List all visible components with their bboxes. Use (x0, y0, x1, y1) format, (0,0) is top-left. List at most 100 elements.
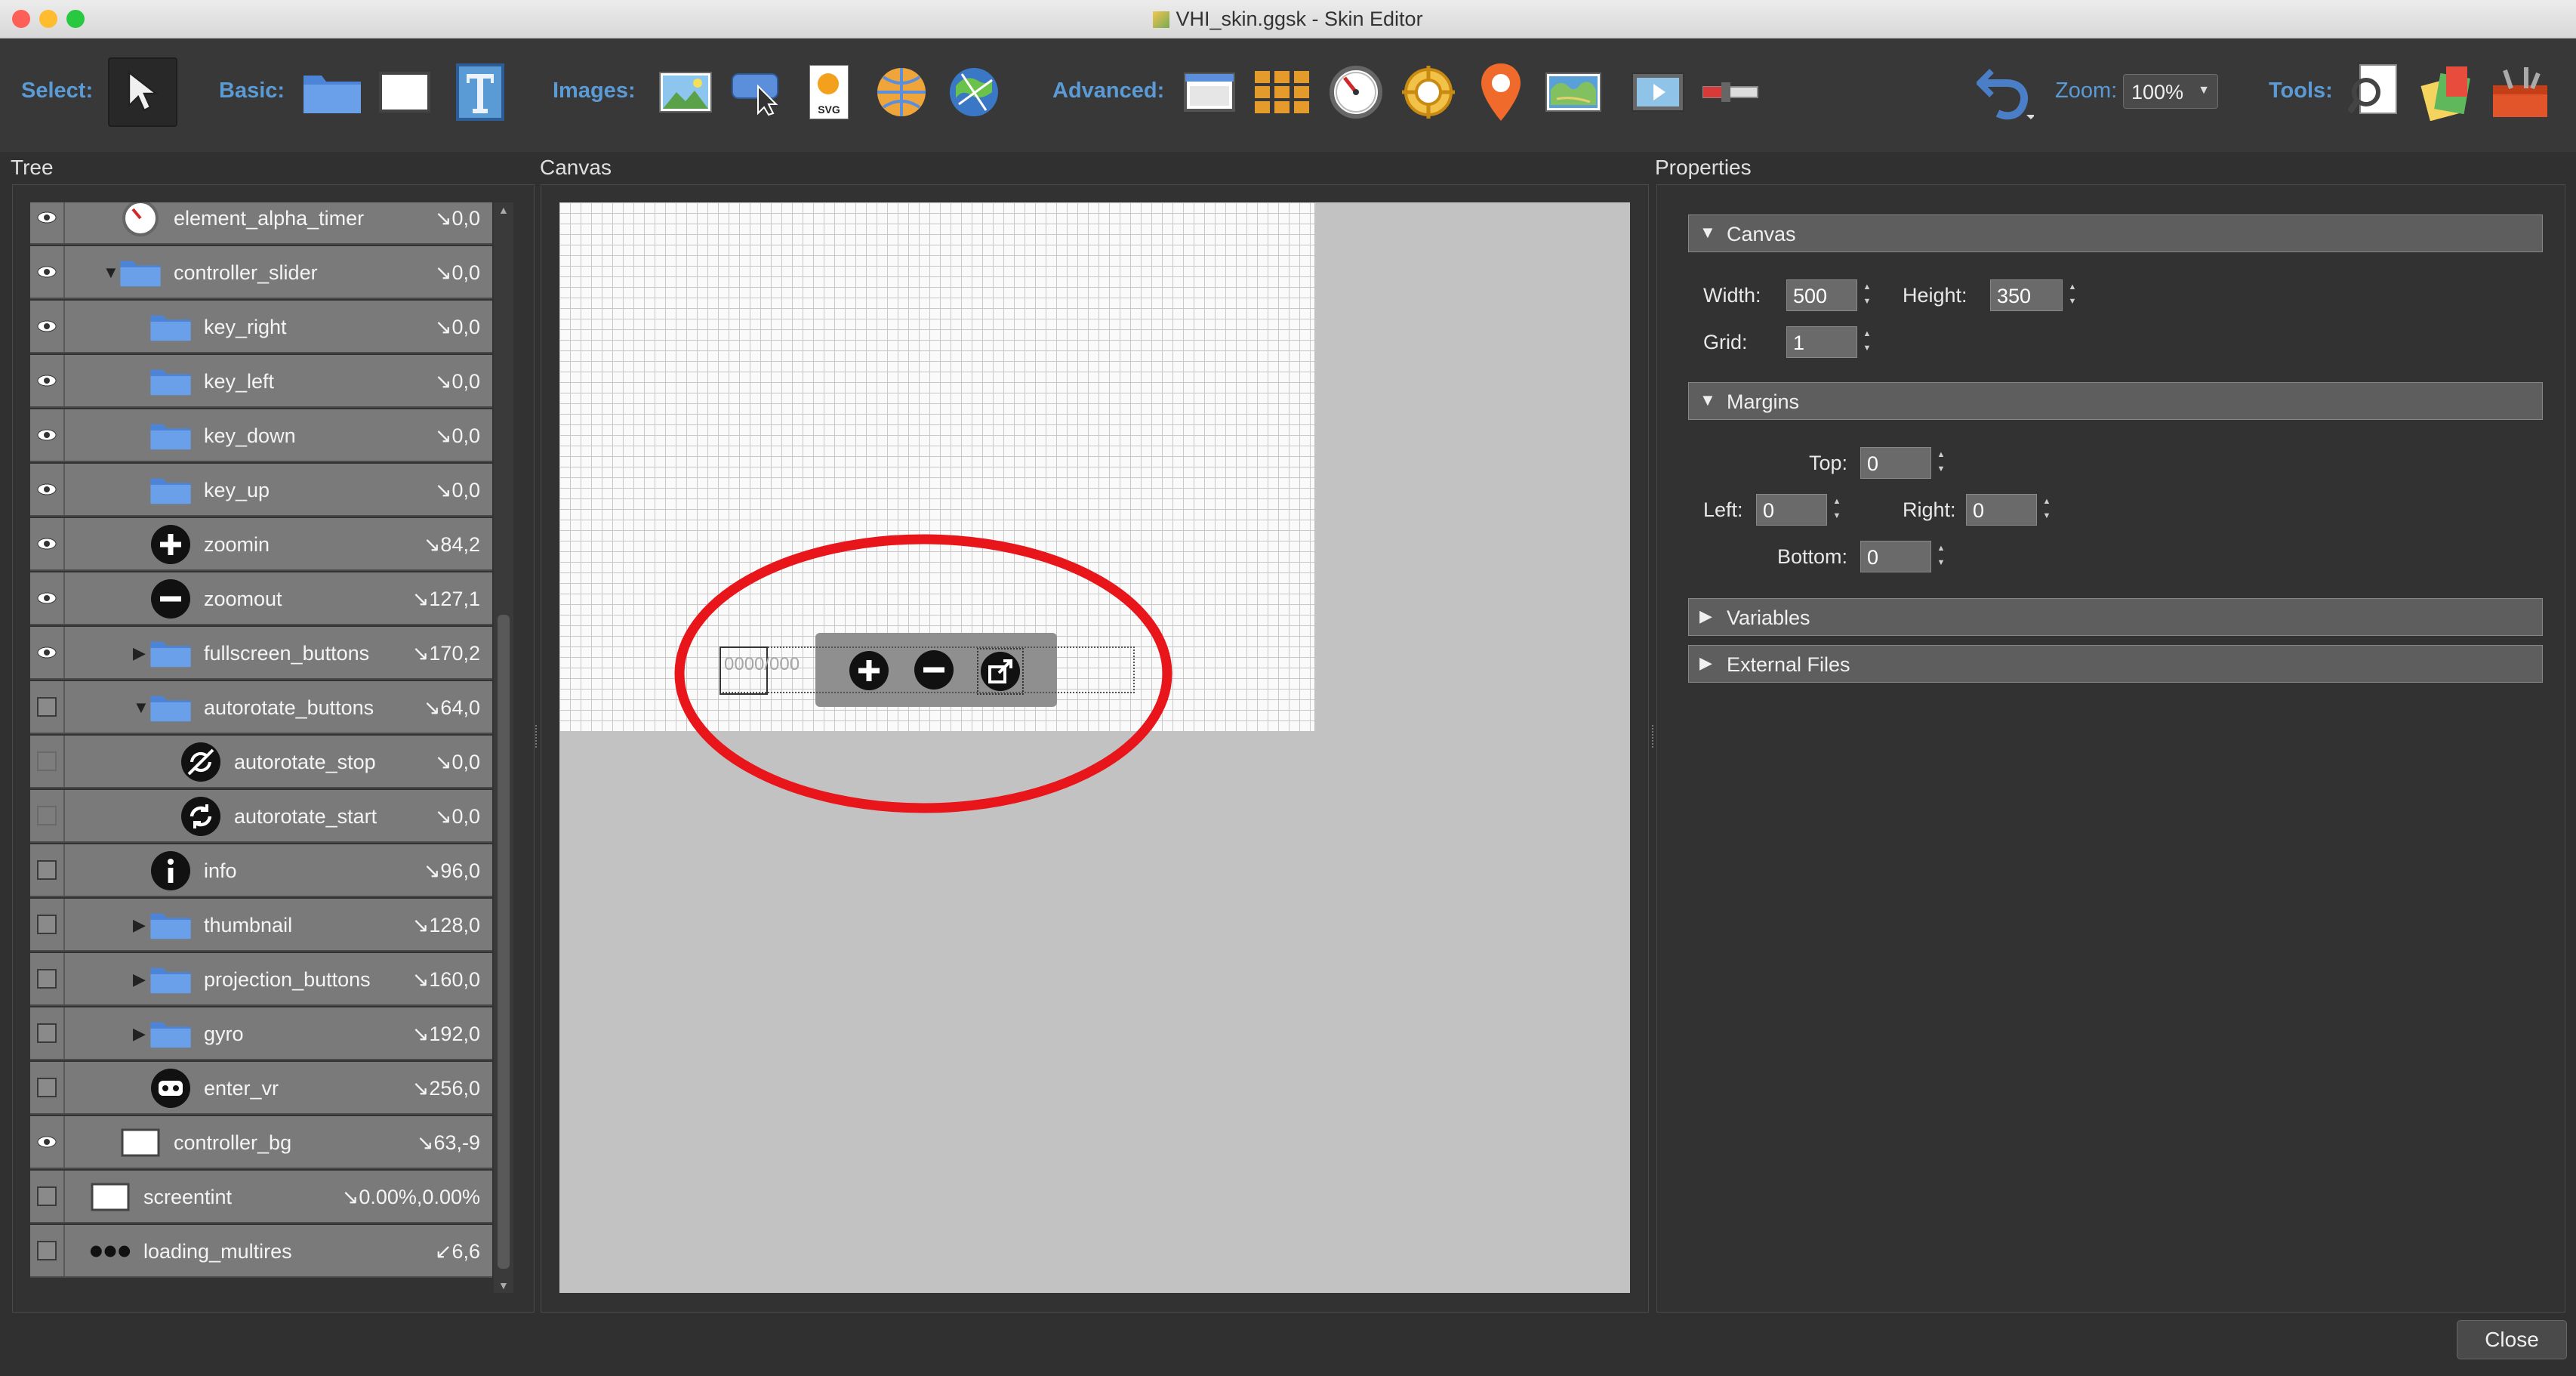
visibility-checkbox[interactable] (30, 1007, 65, 1059)
image-tool-button[interactable] (651, 57, 720, 127)
rectangle-tool-button[interactable] (370, 57, 439, 127)
hotspot-image-tool-button[interactable] (939, 57, 1009, 127)
tree-row-key-left[interactable]: key_left ↘0,0 (30, 355, 492, 408)
visibility-eye-icon[interactable] (30, 627, 65, 678)
video-tool-button[interactable] (1623, 57, 1693, 127)
visibility-eye-icon[interactable] (30, 518, 65, 569)
visibility-checkbox[interactable] (30, 1062, 65, 1113)
visibility-eye-icon[interactable] (30, 464, 65, 515)
tree-scrollbar[interactable]: ▲ ▼ (494, 202, 513, 1293)
spin-arrows-icon[interactable]: ▲ ▼ (2063, 280, 2081, 310)
tree-item-label: zoomin (204, 533, 270, 556)
zoom-select[interactable]: 100% ▼ (2123, 74, 2218, 109)
map-tool-button[interactable] (1539, 57, 1608, 127)
select-tool-button[interactable] (108, 57, 177, 127)
tree-item-position: ↘128,0 (411, 914, 480, 936)
tree-item-label: key_down (204, 424, 296, 447)
scrollbar-tool-button[interactable] (1696, 57, 1765, 127)
visibility-checkbox[interactable] (30, 1225, 65, 1276)
container-tool-button[interactable] (297, 57, 367, 127)
visibility-eye-icon[interactable] (30, 355, 65, 406)
right-margin-field[interactable]: 0 ▲ ▼ (1966, 494, 2051, 526)
visibility-checkbox[interactable] (30, 681, 65, 733)
svg-tool-button[interactable]: SVG (794, 57, 864, 127)
tree-row-zoomin[interactable]: zoomin ↘84,2 (30, 518, 492, 571)
tree-row-loading-multires[interactable]: loading_multires ↙6,6 (30, 1225, 492, 1278)
tree-row-gyro[interactable]: ▶ gyro ↘192,0 (30, 1007, 492, 1060)
toolbox-button[interactable] (2485, 57, 2555, 127)
tree-row-key-up[interactable]: key_up ↘0,0 (30, 464, 492, 517)
grid-field[interactable]: 1 ▲ ▼ (1786, 326, 1871, 358)
splitter-left-handle[interactable] (535, 725, 540, 748)
spin-arrows-icon[interactable]: ▲ ▼ (1858, 327, 1876, 357)
visibility-checkbox[interactable] (30, 844, 65, 896)
expand-triangle-icon[interactable]: ▶ (133, 643, 146, 663)
spin-arrows-icon[interactable]: ▲ ▼ (1932, 448, 1950, 478)
tree-row-info[interactable]: info ↘96,0 (30, 844, 492, 897)
tree-row-key-right[interactable]: key_right ↘0,0 (30, 301, 492, 353)
html-area-tool-button[interactable] (1175, 57, 1244, 127)
map-marker-tool-button[interactable] (1466, 57, 1536, 127)
folder-icon (149, 959, 192, 1000)
timer-tool-button[interactable] (1321, 57, 1391, 127)
map-icon (1545, 73, 1601, 112)
tree-item-position: ↘0,0 (434, 751, 480, 773)
top-margin-field[interactable]: 0 ▲ ▼ (1860, 447, 1945, 479)
variables-section-header[interactable]: ▶ Variables (1688, 598, 2543, 636)
visibility-eye-icon[interactable] (30, 1116, 65, 1168)
visibility-eye-icon[interactable] (30, 246, 65, 298)
tree-row-autorotate-start[interactable]: autorotate_start ↘0,0 (30, 790, 492, 843)
spin-arrows-icon[interactable]: ▲ ▼ (1858, 280, 1876, 310)
visibility-eye-icon[interactable] (30, 301, 65, 352)
width-field[interactable]: 500 ▲ ▼ (1786, 279, 1871, 311)
visibility-eye-icon[interactable] (30, 202, 65, 243)
tree-row-zoomout[interactable]: zoomout ↘127,1 (30, 572, 492, 625)
tree-row-screentint[interactable]: screentint ↘0.00%,0.00% (30, 1171, 492, 1223)
undo-button[interactable] (1971, 57, 2040, 127)
tree-row-thumbnail[interactable]: ▶ thumbnail ↘128,0 (30, 899, 492, 952)
expand-triangle-icon[interactable]: ▶ (133, 915, 146, 935)
tree-item-position: ↘0,0 (434, 316, 480, 338)
tree-scrollbar-thumb[interactable] (498, 615, 510, 1269)
tree-row-fullscreen-buttons[interactable]: ▶ fullscreen_buttons ↘170,2 (30, 627, 492, 680)
preview-tool-button[interactable] (2340, 57, 2410, 127)
visibility-checkbox[interactable] (30, 1171, 65, 1222)
spin-arrows-icon[interactable]: ▲ ▼ (2038, 495, 2056, 525)
color-tool-button[interactable] (2413, 57, 2482, 127)
expand-triangle-icon[interactable]: ▶ (133, 970, 146, 989)
tree-row-projection-buttons[interactable]: ▶ projection_buttons ↘160,0 (30, 953, 492, 1006)
visibility-checkbox[interactable] (30, 790, 65, 841)
tree-row-controller-bg[interactable]: controller_bg ↘63,-9 (30, 1116, 492, 1169)
expand-triangle-icon[interactable]: ▼ (103, 263, 119, 282)
visibility-checkbox[interactable] (30, 953, 65, 1004)
left-margin-field[interactable]: 0 ▲ ▼ (1756, 494, 1841, 526)
expand-triangle-icon[interactable]: ▶ (133, 1024, 146, 1044)
spin-arrows-icon[interactable]: ▲ ▼ (1932, 541, 1950, 572)
visibility-eye-icon[interactable] (30, 572, 65, 624)
scroll-down-arrow-icon[interactable]: ▼ (498, 1279, 509, 1291)
map-pin-tool-button[interactable] (1394, 57, 1463, 127)
tree-row-autorotate-stop[interactable]: autorotate_stop ↘0,0 (30, 736, 492, 788)
bottom-margin-field[interactable]: 0 ▲ ▼ (1860, 541, 1945, 572)
button-image-tool-button[interactable] (723, 57, 793, 127)
expand-triangle-icon[interactable]: ▼ (133, 698, 149, 717)
close-button[interactable]: Close (2457, 1320, 2567, 1359)
tree-row-key-down[interactable]: key_down ↘0,0 (30, 409, 492, 462)
cloner-tool-button[interactable] (1247, 57, 1317, 127)
spin-arrows-icon[interactable]: ▲ ▼ (1828, 495, 1846, 525)
scroll-up-arrow-icon[interactable]: ▲ (498, 204, 509, 216)
panorama-image-tool-button[interactable] (867, 57, 936, 127)
margins-section-header[interactable]: ▼ Margins (1688, 382, 2543, 420)
canvas-section-header[interactable]: ▼ Canvas (1688, 214, 2543, 252)
canvas-area[interactable]: 0000/000 (559, 202, 1630, 1293)
tree-row-controller-slider[interactable]: ▼ controller_slider ↘0,0 (30, 246, 492, 299)
visibility-checkbox[interactable] (30, 899, 65, 950)
visibility-eye-icon[interactable] (30, 409, 65, 461)
external-files-section-header[interactable]: ▶ External Files (1688, 645, 2543, 683)
tree-row-enter-vr[interactable]: enter_vr ↘256,0 (30, 1062, 492, 1115)
tree-row-autorotate-buttons[interactable]: ▼ autorotate_buttons ↘64,0 (30, 681, 492, 734)
height-field[interactable]: 350 ▲ ▼ (1990, 279, 2076, 311)
text-tool-button[interactable] (445, 57, 515, 127)
visibility-checkbox[interactable] (30, 736, 65, 787)
tree-row-element-alpha-timer[interactable]: element_alpha_timer ↘0,0 (30, 202, 492, 245)
